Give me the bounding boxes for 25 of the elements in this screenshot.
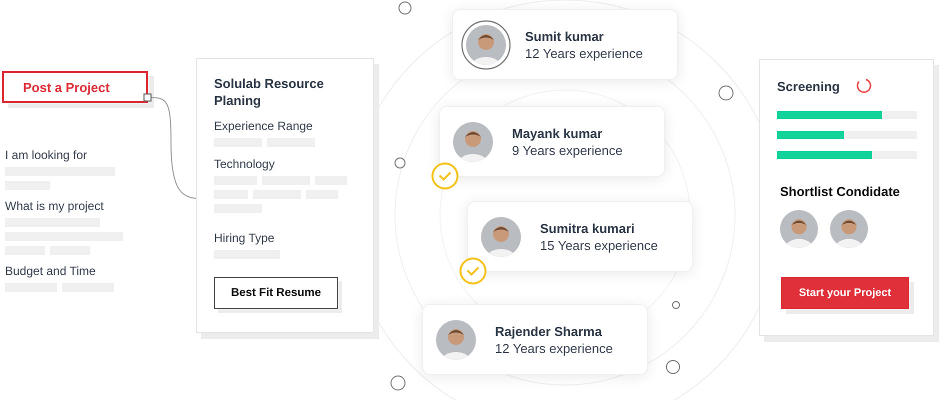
experience-text: 12 Years experience	[525, 46, 643, 60]
candidate-card[interactable]: Rajender Sharma 12 Years experience	[422, 304, 648, 375]
experience-text: 15 Years experience	[540, 238, 658, 252]
candidate-card[interactable]: Sumitra kumari 15 Years experience	[467, 201, 693, 272]
candidate-card[interactable]: Mayank kumar 9 Years experience	[439, 106, 665, 177]
field-label: Hiring Type	[214, 231, 276, 245]
candidate-name: Mayank kumar	[512, 126, 604, 140]
field-label: What is my project	[5, 199, 105, 213]
field-label: I am looking for	[5, 148, 88, 162]
field-label: Budget and Time	[5, 264, 97, 278]
candidate-name: Sumitra kumari	[540, 220, 636, 236]
candidate-card[interactable]: Sumit kumar 12 Years experience	[452, 9, 678, 80]
candidate-name: Sumit kumar	[525, 28, 605, 44]
experience-text: 12 Years experience	[495, 340, 613, 356]
experience-text: 9 Years experience	[512, 142, 623, 158]
spinner-icon	[856, 78, 872, 94]
avatar-icon	[830, 210, 868, 248]
section-title: Shortlist Condidate	[780, 184, 901, 199]
candidate-name: Rajender Sharma	[495, 324, 603, 338]
avatar-icon	[780, 210, 818, 248]
start-project-button[interactable]: Start your Project	[781, 277, 909, 309]
field-label: Experience Range	[214, 119, 314, 133]
field-label: Technology	[214, 157, 276, 171]
card-title: Solulab Resource Planing	[214, 75, 325, 109]
card-title: Screening	[777, 78, 840, 94]
